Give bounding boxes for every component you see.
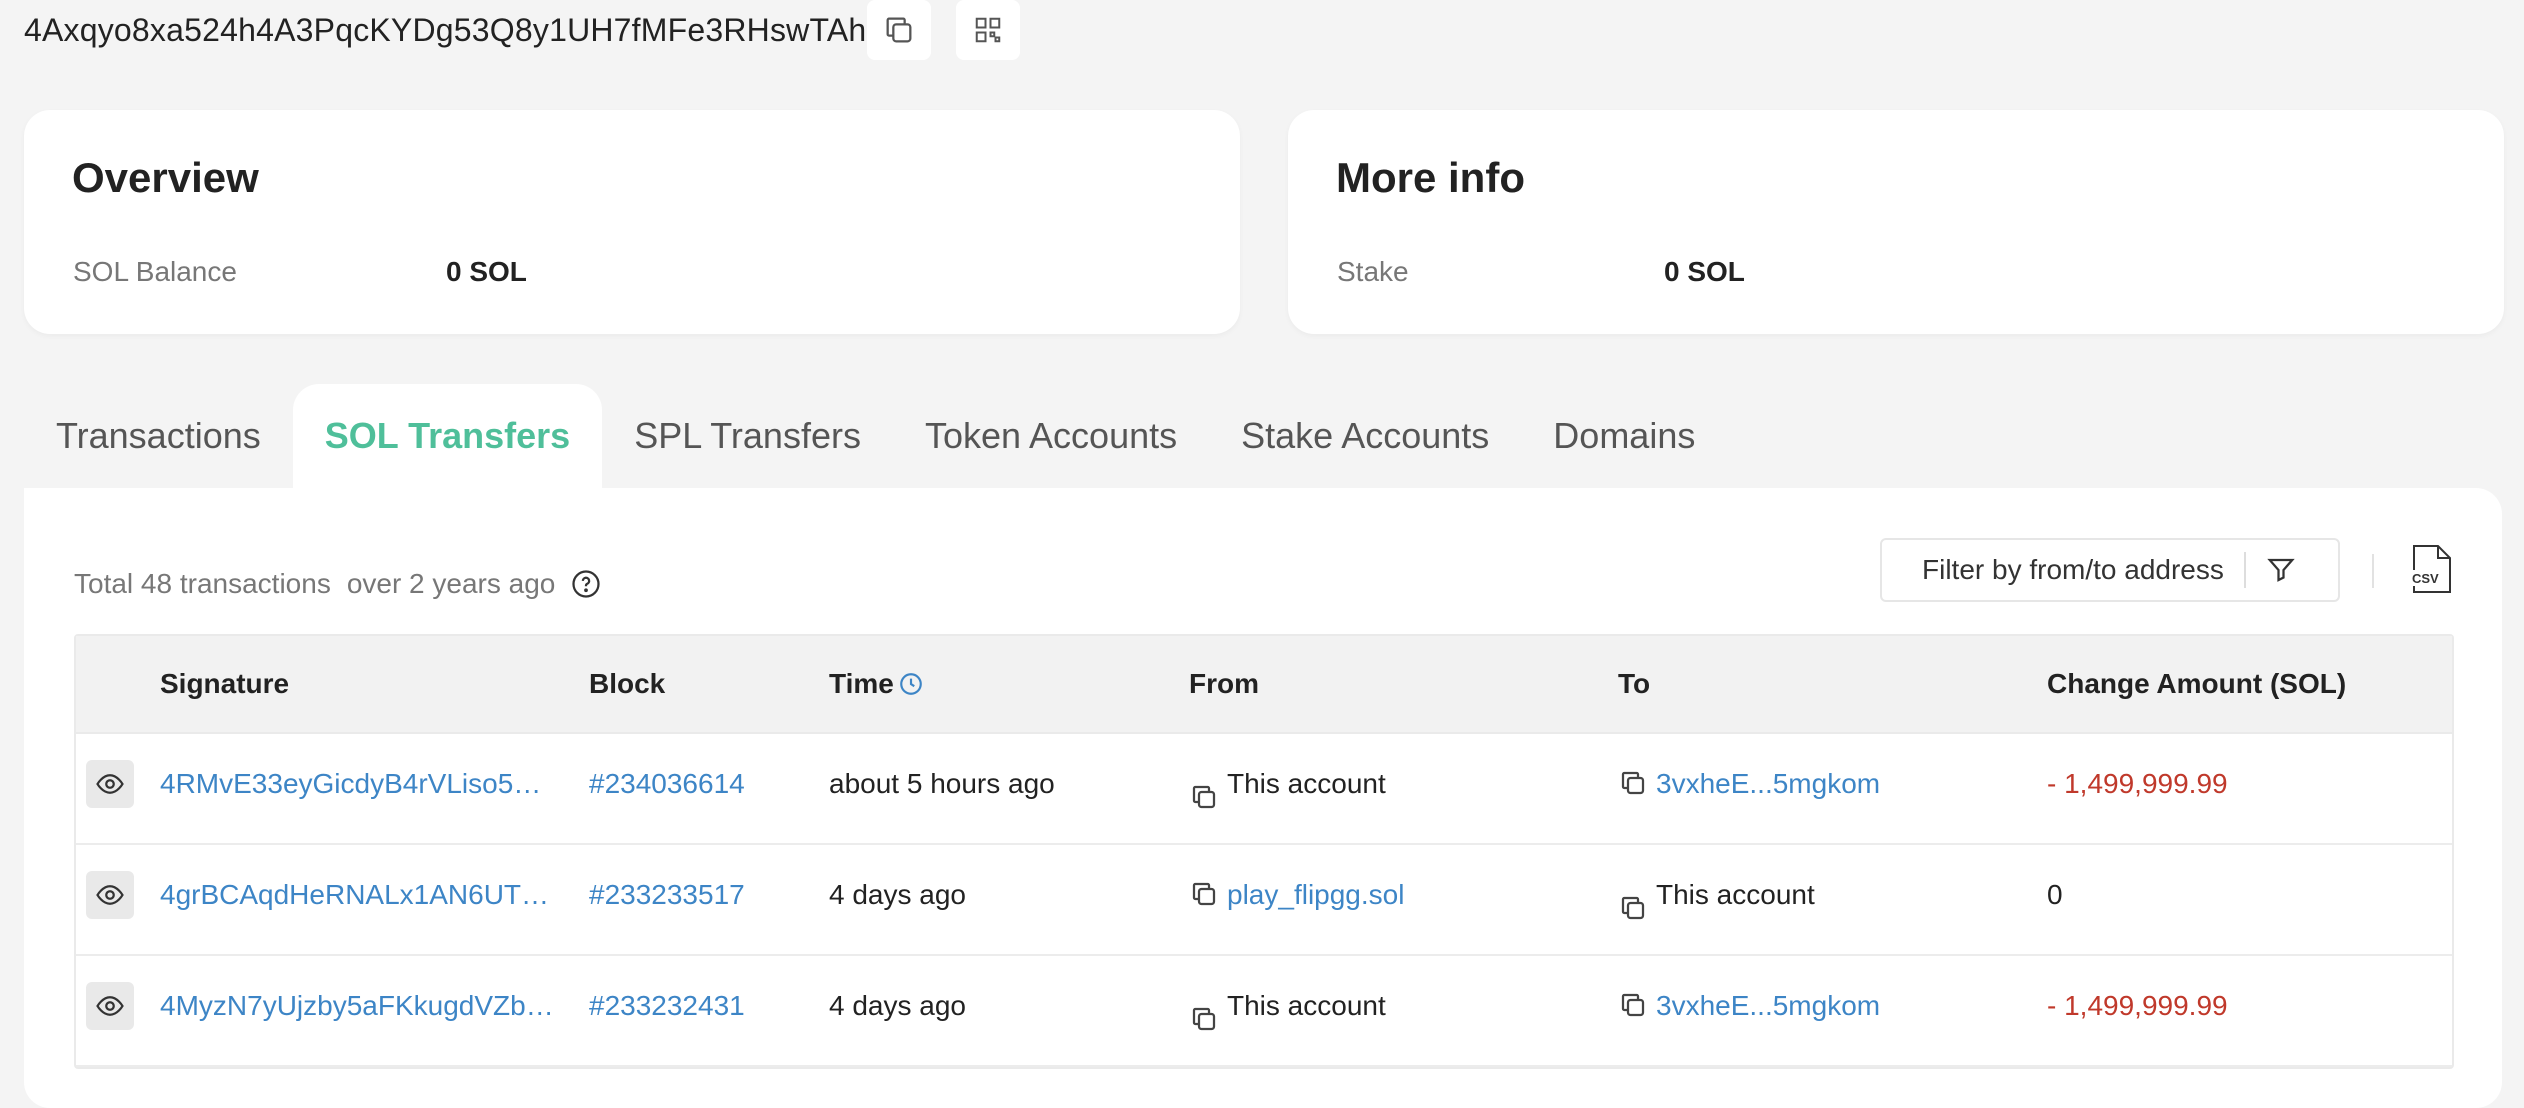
column-to: To — [1618, 668, 1651, 699]
from-value: This account — [1227, 768, 1386, 799]
total-transactions: Total 48 transactions — [74, 568, 331, 599]
tab-token-accounts[interactable]: Token Accounts — [893, 384, 1209, 488]
column-time-label: Time — [829, 668, 894, 699]
to-address-link[interactable]: 3vxheE...5mgkom — [1656, 768, 1880, 800]
copy-icon[interactable] — [1618, 893, 1648, 923]
block-link[interactable]: #234036614 — [589, 768, 745, 800]
clock-icon[interactable] — [898, 671, 924, 697]
account-tabs: Transactions SOL Transfers SPL Transfers… — [24, 384, 1727, 488]
sol-balance-value: 0 SOL — [446, 256, 527, 287]
overview-title: Overview — [72, 154, 259, 201]
column-block: Block — [589, 668, 666, 699]
tab-spl-transfers[interactable]: SPL Transfers — [602, 384, 893, 488]
stake-label: Stake — [1337, 256, 1409, 287]
sol-balance-label: SOL Balance — [73, 256, 237, 287]
copy-icon[interactable] — [1618, 768, 1648, 798]
signature-link[interactable]: 4RMvE33eyGicdyB4rVLiso5… — [160, 768, 541, 800]
tab-transactions[interactable]: Transactions — [24, 384, 293, 488]
tab-domains[interactable]: Domains — [1521, 384, 1727, 488]
eye-icon — [96, 774, 124, 794]
qr-code-button[interactable] — [956, 0, 1020, 60]
overview-card: Overview SOL Balance 0 SOL — [24, 110, 1240, 334]
copy-icon[interactable] — [1189, 879, 1219, 909]
transactions-age: over 2 years ago — [346, 568, 556, 599]
table-row: 4RMvE33eyGicdyB4rVLiso5… #234036614 abou… — [76, 734, 2452, 845]
help-icon[interactable] — [571, 569, 601, 599]
table-header: Signature Block Time From To Change Amou… — [76, 636, 2452, 734]
view-transaction-button[interactable] — [86, 982, 134, 1030]
time-value: 4 days ago — [829, 879, 966, 910]
transactions-summary: Total 48 transactions over 2 years ago — [74, 568, 601, 600]
toolbar-divider — [2372, 554, 2374, 588]
time-value: 4 days ago — [829, 990, 966, 1021]
eye-icon — [96, 996, 124, 1016]
to-value: This account — [1656, 879, 1815, 910]
copy-icon — [886, 17, 912, 43]
csv-label: CSV — [2412, 571, 2439, 586]
filter-icon — [2267, 558, 2295, 582]
address-bar: 4Axqyo8xa524h4A3PqcKYDg53Q8y1UH7fMFe3RHs… — [24, 0, 866, 60]
from-value: This account — [1227, 990, 1386, 1021]
table-row: 4grBCAqdHeRNALx1AN6UT… #233233517 4 days… — [76, 845, 2452, 956]
stake-value: 0 SOL — [1664, 256, 1745, 287]
filter-label: Filter by from/to address — [1922, 554, 2224, 585]
account-address: 4Axqyo8xa524h4A3PqcKYDg53Q8y1UH7fMFe3RHs… — [24, 11, 867, 48]
column-signature: Signature — [160, 668, 290, 699]
block-link[interactable]: #233232431 — [589, 990, 745, 1022]
block-link[interactable]: #233233517 — [589, 879, 745, 911]
transfers-table: Signature Block Time From To Change Amou… — [74, 634, 2454, 1069]
copy-icon[interactable] — [1189, 1004, 1219, 1034]
address-filter-button[interactable]: Filter by from/to address — [1880, 538, 2340, 602]
csv-download-icon[interactable]: CSV — [2410, 544, 2454, 594]
change-amount: - 1,499,999.99 — [2047, 768, 2228, 799]
column-from: From — [1189, 668, 1259, 699]
tab-sol-transfers[interactable]: SOL Transfers — [292, 384, 603, 488]
copy-address-button[interactable] — [867, 0, 931, 60]
view-transaction-button[interactable] — [86, 871, 134, 919]
column-time[interactable]: Time — [829, 668, 924, 700]
eye-icon — [96, 885, 124, 905]
copy-icon[interactable] — [1189, 782, 1219, 812]
filter-divider — [2243, 552, 2246, 588]
change-amount: - 1,499,999.99 — [2047, 990, 2228, 1021]
tab-stake-accounts[interactable]: Stake Accounts — [1209, 384, 1521, 488]
more-info-title: More info — [1336, 154, 1525, 201]
to-address-link[interactable]: 3vxheE...5mgkom — [1656, 990, 1880, 1022]
more-info-card: More info Stake 0 SOL — [1288, 110, 2504, 334]
signature-link[interactable]: 4grBCAqdHeRNALx1AN6UT… — [160, 879, 549, 911]
from-address-link[interactable]: play_flipgg.sol — [1227, 879, 1404, 911]
change-amount: 0 — [2047, 879, 2063, 910]
signature-link[interactable]: 4MyzN7yUjzby5aFKkugdVZb… — [160, 990, 554, 1022]
sol-transfers-panel: Total 48 transactions over 2 years ago F… — [24, 488, 2502, 1108]
copy-icon[interactable] — [1618, 990, 1648, 1020]
view-transaction-button[interactable] — [86, 760, 134, 808]
column-change-amount: Change Amount (SOL) — [2047, 668, 2347, 699]
table-row: 4MyzN7yUjzby5aFKkugdVZb… #233232431 4 da… — [76, 956, 2452, 1067]
qr-code-icon — [975, 17, 1001, 43]
time-value: about 5 hours ago — [829, 768, 1055, 799]
